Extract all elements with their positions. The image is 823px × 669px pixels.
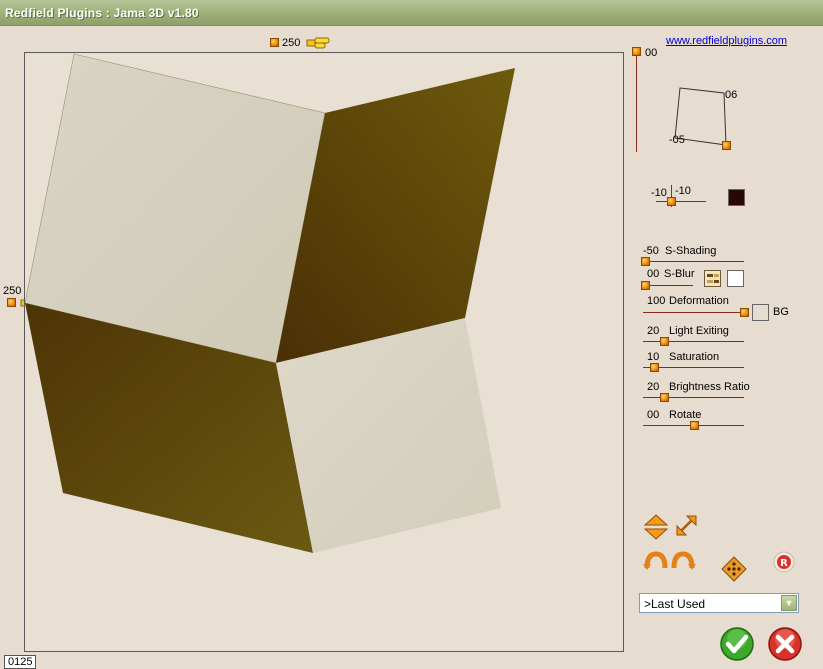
title-bar: Redfield Plugins : Jama 3D v1.80: [0, 0, 823, 26]
light-label: Light Exiting: [669, 325, 729, 337]
rotate-left-icon[interactable]: [643, 550, 669, 570]
top-offset-value: 250: [282, 37, 301, 49]
saturation-value: 10: [647, 351, 660, 363]
rotate-knob[interactable]: [690, 421, 699, 430]
vertical-slider-track[interactable]: [636, 50, 637, 152]
preview-canvas[interactable]: [24, 52, 624, 652]
position-knob[interactable]: [667, 197, 676, 206]
shading-track[interactable]: [643, 261, 744, 262]
deformation-track[interactable]: [643, 312, 744, 313]
position-y-value: -10: [675, 185, 691, 197]
chevron-down-icon[interactable]: ▼: [781, 595, 797, 611]
reset-r-icon[interactable]: R: [773, 551, 795, 573]
blur-track[interactable]: [643, 285, 693, 286]
preset-selected: >Last Used: [644, 597, 706, 611]
preset-dropdown[interactable]: >Last Used ▼: [639, 593, 799, 613]
perspective-corner-knob[interactable]: [722, 141, 731, 150]
shading-knob[interactable]: [641, 257, 650, 266]
shading-value: -50: [643, 245, 659, 257]
saturation-label: Saturation: [669, 351, 720, 363]
blur-color-swatch[interactable]: [727, 270, 744, 287]
diagonal-arrow-icon[interactable]: [675, 515, 697, 537]
blur-mode-icon[interactable]: [704, 270, 721, 287]
jama-3d-tile: [25, 53, 515, 553]
blur-label: S-Blur: [664, 268, 695, 280]
brightness-value: 20: [647, 381, 660, 393]
svg-text:R: R: [780, 558, 788, 569]
position-x-value: -10: [651, 187, 667, 199]
blur-value: 00: [647, 268, 660, 280]
deformation-value: 100: [647, 295, 666, 307]
flip-vertical-icon[interactable]: [643, 514, 669, 540]
vertical-slider-value: 00: [645, 47, 658, 59]
saturation-knob[interactable]: [650, 363, 659, 372]
blur-knob[interactable]: [641, 281, 650, 290]
brightness-track[interactable]: [643, 397, 744, 398]
random-dice-icon[interactable]: [721, 556, 747, 582]
rotate-value: 00: [647, 409, 660, 421]
vertical-slider-knob[interactable]: [632, 47, 641, 56]
bg-color-swatch[interactable]: [752, 304, 769, 321]
website-link[interactable]: www.redfieldplugins.com: [666, 35, 787, 47]
left-offset-knob[interactable]: [7, 298, 16, 307]
light-knob[interactable]: [660, 337, 669, 346]
left-offset-value: 250: [3, 285, 22, 297]
rotate-right-icon[interactable]: [670, 550, 696, 570]
pointing-hand-icon[interactable]: [306, 36, 330, 50]
brightness-label: Brightness Ratio: [669, 381, 750, 393]
perspective-value-a: 06: [725, 89, 738, 101]
window-title: Redfield Plugins : Jama 3D v1.80: [5, 6, 199, 20]
brightness-knob[interactable]: [660, 393, 669, 402]
ok-button[interactable]: [719, 626, 755, 662]
position-h-track: [656, 201, 706, 202]
bg-label: BG: [773, 306, 789, 318]
shadow-color-swatch[interactable]: [728, 189, 745, 206]
frame-counter: 0125: [4, 655, 37, 669]
shading-label: S-Shading: [665, 245, 717, 257]
light-track[interactable]: [643, 341, 744, 342]
light-value: 20: [647, 325, 660, 337]
cancel-button[interactable]: [767, 626, 803, 662]
top-offset-knob[interactable]: [270, 38, 279, 47]
deformation-label: Deformation: [669, 295, 729, 307]
rotate-label: Rotate: [669, 409, 702, 421]
deformation-knob[interactable]: [740, 308, 749, 317]
perspective-value-b: -05: [669, 134, 685, 146]
